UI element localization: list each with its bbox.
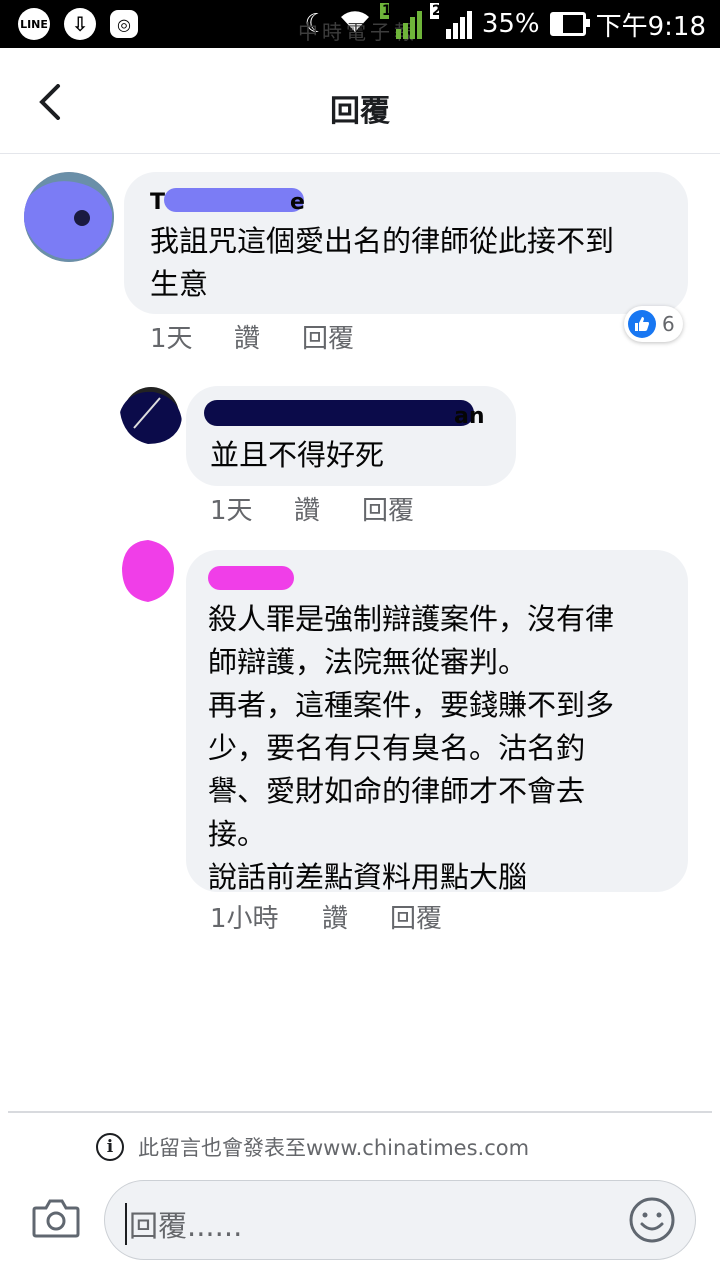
emoji-icon[interactable] <box>629 1197 675 1243</box>
comment-bubble-1[interactable]: T e 我詛咒這個愛出名的律師從此接不到 生意 <box>124 172 688 314</box>
comment-author-tail-2: an <box>454 404 485 429</box>
reply-button-1[interactable]: 回覆 <box>302 318 354 355</box>
redacted-author-name-3 <box>208 566 294 590</box>
like-button-2[interactable]: 讚 <box>294 490 362 527</box>
signal-icon-sim2: 2 <box>429 3 472 39</box>
camera-icon[interactable] <box>32 1196 80 1240</box>
reply-input-placeholder: 回覆...... <box>125 1203 242 1245</box>
comment-time-1: 1天 <box>150 324 193 354</box>
like-button-3[interactable]: 讚 <box>322 898 390 935</box>
comment-text-1: 我詛咒這個愛出名的律師從此接不到 生意 <box>150 224 615 301</box>
reply-button-2[interactable]: 回覆 <box>362 490 414 527</box>
reaction-count-1: 6 <box>662 312 675 336</box>
redacted-author-name-1 <box>164 188 304 212</box>
clock: 下午9:18 <box>595 11 706 42</box>
crosspost-notice: i 此留言也會發表至www.chinatimes.com <box>96 1132 529 1162</box>
avatar-comment-2[interactable] <box>120 384 182 446</box>
like-button-1[interactable]: 讚 <box>234 318 302 355</box>
comment-text-2: 並且不得好死 <box>210 438 385 472</box>
reaction-badge-1[interactable]: 6 <box>624 306 683 342</box>
battery-percent: 35% <box>481 9 540 39</box>
reply-header: 回覆 <box>0 48 720 154</box>
comment-time-2: 1天 <box>210 496 253 526</box>
comment-time-3: 1小時 <box>210 904 279 934</box>
avatar-comment-1[interactable] <box>24 172 114 262</box>
download-icon: ⇩ <box>64 8 96 40</box>
battery-icon <box>549 12 590 36</box>
reply-button-3[interactable]: 回覆 <box>390 898 442 935</box>
line-icon: LINE <box>18 8 50 40</box>
redacted-author-name-2 <box>204 400 474 426</box>
instagram-icon: ◎ <box>110 10 138 38</box>
status-bar-left: LINE ⇩ ◎ <box>18 8 138 40</box>
comment-author-tail-1: e <box>290 190 305 215</box>
comment-meta-1: 1天 讚 回覆 <box>150 318 354 355</box>
avatar-comment-3[interactable] <box>118 538 176 604</box>
comment-meta-3: 1小時 讚 回覆 <box>210 898 442 935</box>
comment-meta-2: 1天 讚 回覆 <box>210 490 414 527</box>
signal-icon-sim1: 1 <box>379 3 422 39</box>
comment-text-3: 殺人罪是強制辯護案件，沒有律 師辯護，法院無從審判。 再者，這種案件，要錢賺不到… <box>208 602 615 894</box>
thumbs-up-icon <box>628 310 656 338</box>
status-bar: LINE ⇩ ◎ 中時電子報 ☾ 1 2 35% 下午9:18 <box>0 0 720 48</box>
page-title: 回覆 <box>330 94 390 129</box>
info-icon: i <box>96 1133 124 1161</box>
footer-divider <box>8 1111 712 1113</box>
comment-bubble-3[interactable]: 殺人罪是強制辯護案件，沒有律 師辯護，法院無從審判。 再者，這種案件，要錢賺不到… <box>186 550 688 894</box>
comment-bubble-2[interactable]: an 並且不得好死 <box>186 386 516 486</box>
crosspost-notice-text: 此留言也會發表至www.chinatimes.com <box>138 1136 530 1160</box>
reply-input[interactable]: 回覆...... <box>104 1180 696 1260</box>
comment-author-1[interactable]: T <box>150 190 165 215</box>
